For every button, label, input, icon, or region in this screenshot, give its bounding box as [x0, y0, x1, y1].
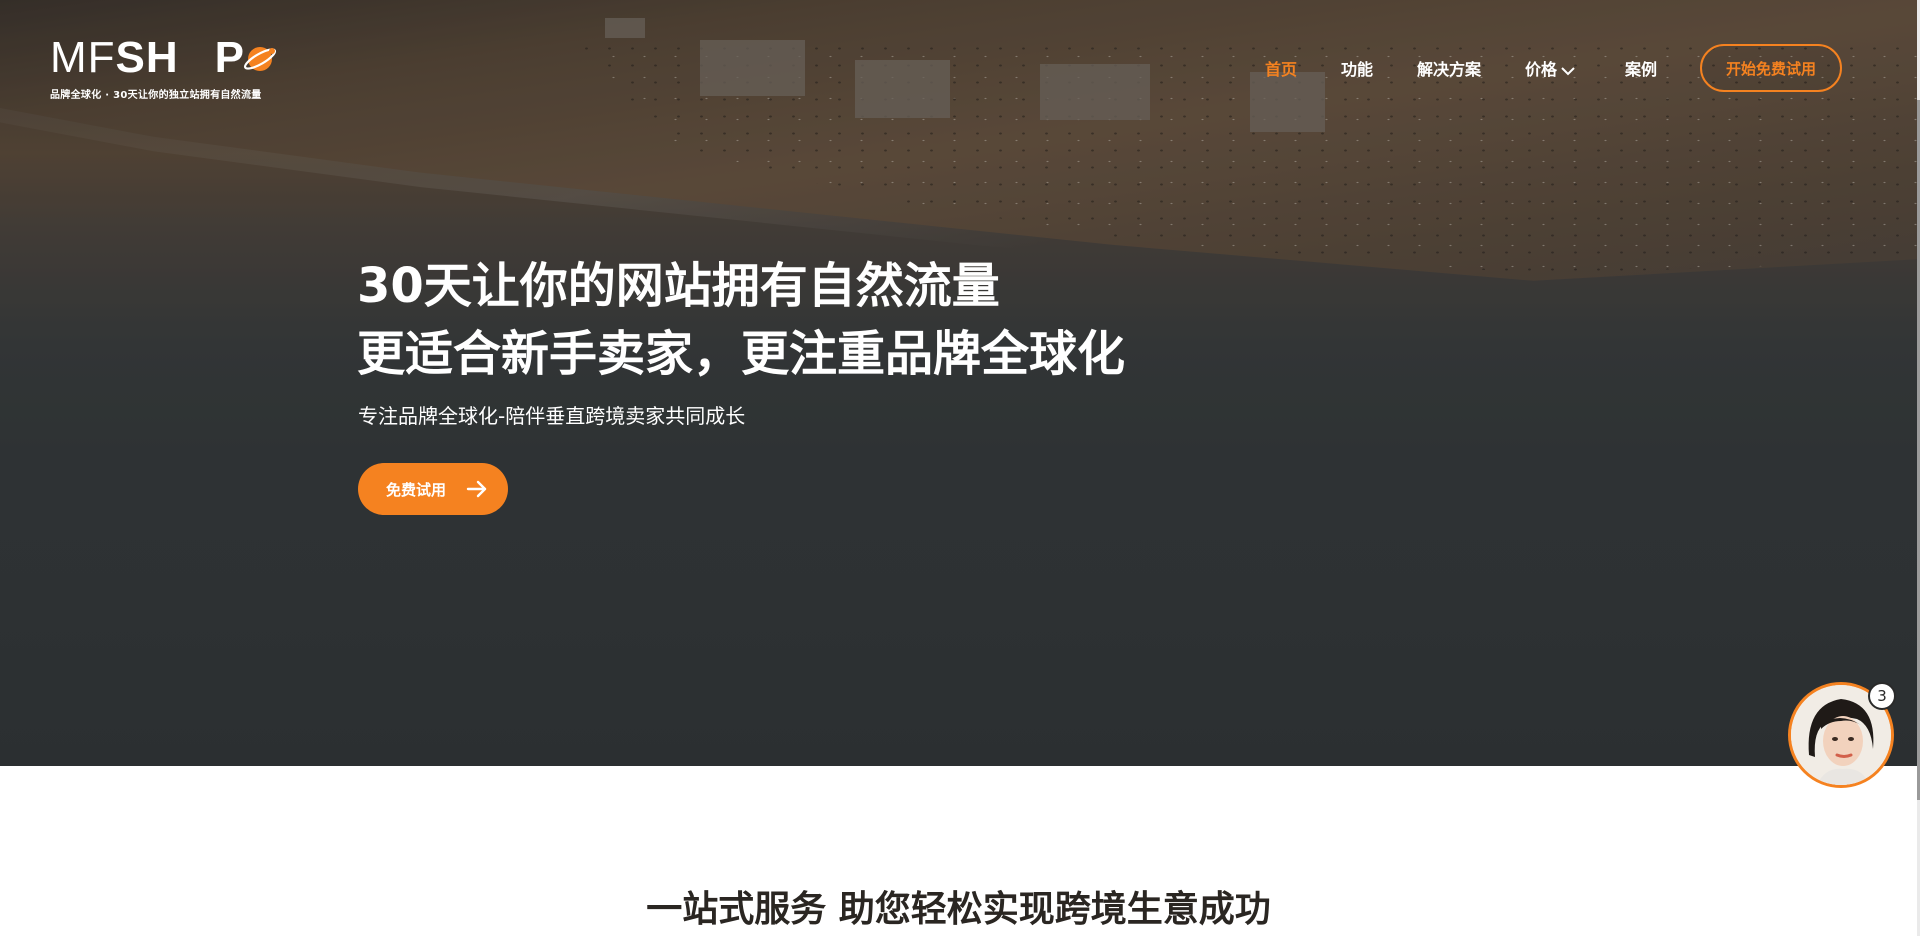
nav-pricing[interactable]: 价格 — [1525, 56, 1575, 80]
logo-wordmark: MFSH P — [50, 36, 245, 80]
chevron-down-icon — [1561, 67, 1575, 76]
nav-cases[interactable]: 案例 — [1625, 56, 1657, 80]
hero-title: 30天让你的网站拥有自然流量 更适合新手卖家，更注重品牌全球化 — [357, 252, 1125, 388]
logo-tagline: 品牌全球化 · 30天让你的独立站拥有自然流量 — [50, 90, 262, 101]
start-free-trial-button[interactable]: 开始免费试用 — [1700, 44, 1842, 92]
hero-title-line2: 更适合新手卖家，更注重品牌全球化 — [357, 326, 1126, 382]
nav-solutions[interactable]: 解决方案 — [1417, 56, 1481, 80]
brand-logo[interactable]: MFSH P 品牌全球化 · 30天让你的独立站拥有自然流量 — [50, 36, 280, 102]
hero-title-line1: 30天让你的网站拥有自然流量 — [357, 258, 1000, 314]
chat-notification-badge: 3 — [1868, 682, 1896, 710]
nav-pricing-label: 价格 — [1525, 62, 1558, 79]
logo-suffix: P — [214, 33, 246, 82]
arrow-right-icon — [466, 480, 487, 498]
free-trial-button[interactable]: 免费试用 — [358, 463, 508, 515]
hero-subtitle: 专注品牌全球化-陪伴垂直跨境卖家共同成长 — [358, 404, 746, 428]
nav-features[interactable]: 功能 — [1341, 56, 1373, 80]
logo-prefix: MF — [50, 33, 116, 82]
nav-home[interactable]: 首页 — [1265, 56, 1297, 80]
services-section-title: 一站式服务 助您轻松实现跨境生意成功 — [646, 889, 1271, 930]
page: MFSH P 品牌全球化 · 30天让你的独立站拥有自然流量 首页 功能 解决方案… — [0, 0, 1920, 936]
free-trial-label: 免费试用 — [386, 480, 447, 499]
logo-mid: SH — [115, 33, 179, 82]
planet-icon — [243, 47, 277, 71]
